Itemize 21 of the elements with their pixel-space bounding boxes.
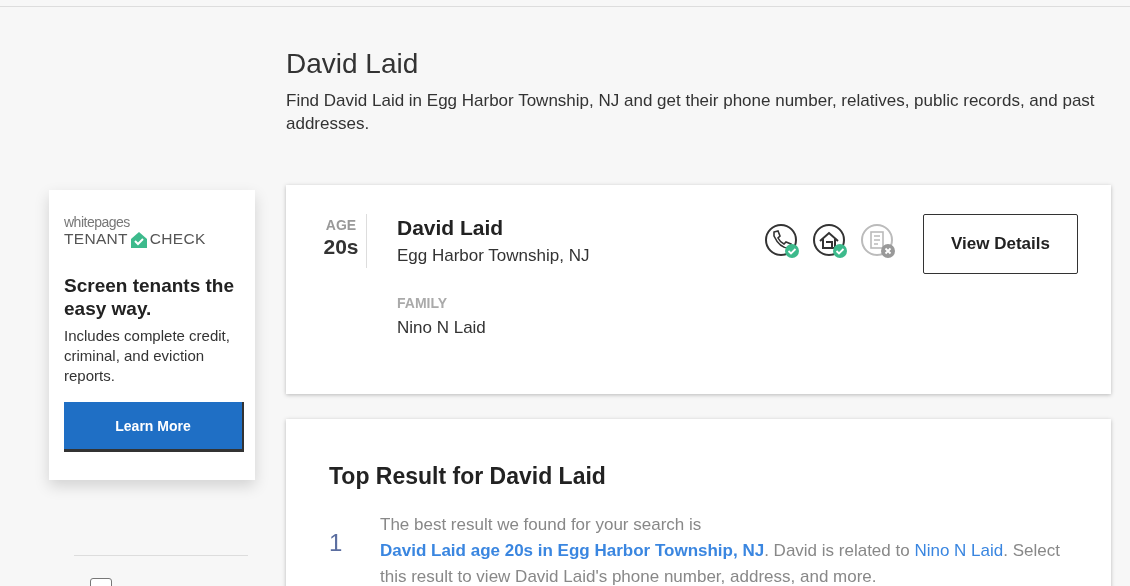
brand-name: CHECK bbox=[149, 230, 206, 248]
person-location: Egg Harbor Township, NJ bbox=[397, 246, 591, 266]
age-value: 20s bbox=[323, 235, 359, 259]
relative-link[interactable]: Nino N Laid bbox=[914, 541, 1004, 560]
house-check-icon bbox=[129, 230, 148, 248]
ad-text: Includes complete credit, criminal, and eviction reports. bbox=[64, 326, 231, 386]
result-number: 1 bbox=[329, 528, 344, 558]
person-name: David Laid bbox=[397, 216, 505, 240]
section-title: Top Result for David Laid bbox=[329, 463, 607, 490]
brand-name: whitepages bbox=[64, 216, 131, 228]
result-link[interactable]: David Laid age 20s in Egg Harbor Township, NJ bbox=[380, 541, 765, 560]
view-details-button[interactable]: View Details bbox=[923, 214, 1078, 274]
brand-name: TENANT bbox=[64, 230, 128, 248]
result-summary: The best result we found for your search is David Laid age 20s in Egg Harbor Township, NJ. David is related to Nino N Laid. Select this result to view David Laid's phone number, address, and more. bbox=[380, 514, 1060, 586]
learn-more-button[interactable]: Learn More bbox=[64, 402, 244, 452]
page-title: David Laid bbox=[286, 47, 420, 81]
relative-name: Nino N Laid bbox=[397, 318, 487, 338]
age-label: AGE bbox=[325, 217, 357, 233]
page-description: Find David Laid in Egg Harbor Township, NJ and get their phone number, relatives, public records, and past addresses. bbox=[286, 90, 1096, 135]
ad-headline: Screen tenants the easy way. bbox=[64, 274, 235, 320]
family-label: FAMILY bbox=[397, 295, 449, 311]
